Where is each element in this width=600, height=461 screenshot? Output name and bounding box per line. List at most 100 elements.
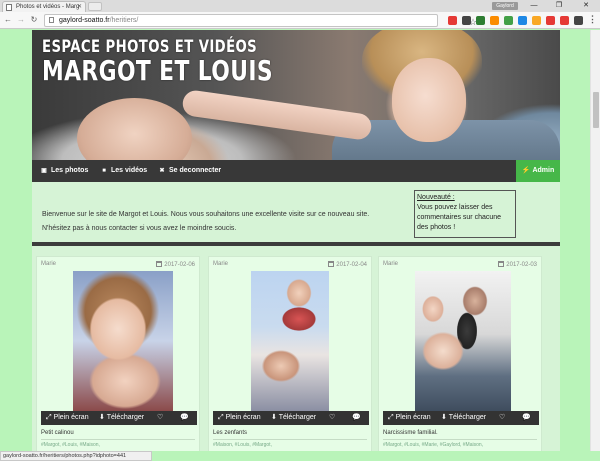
- card-date-text: 2017-02-06: [164, 262, 195, 268]
- calendar-icon: [498, 261, 505, 267]
- maximize-button[interactable]: ❐: [547, 0, 571, 12]
- card-author: Marie: [41, 261, 57, 267]
- url-path: /heritiers/: [109, 17, 139, 24]
- download-button[interactable]: ⬇ Télécharger: [441, 411, 486, 425]
- new-tab-button[interactable]: [88, 2, 102, 11]
- calendar-icon: [156, 261, 163, 267]
- extension-icon[interactable]: [574, 16, 583, 25]
- expand-icon: ⤢: [218, 414, 224, 421]
- welcome-line2: N'hésitez pas à nous contacter si vous a…: [42, 225, 237, 232]
- nav-logout-label: Se deconnecter: [169, 167, 222, 174]
- notice-title: Nouveauté :: [417, 194, 455, 201]
- url-host: gaylord-soatto.fr: [59, 17, 110, 24]
- comment-button[interactable]: 💬: [352, 411, 361, 425]
- fullscreen-button[interactable]: ⤢ Plein écran: [388, 411, 431, 425]
- comment-button[interactable]: 💬: [522, 411, 531, 425]
- card-author: Marie: [213, 261, 229, 267]
- card-date-text: 2017-02-04: [336, 262, 367, 268]
- scrollbar-thumb[interactable]: [593, 92, 599, 128]
- nav-videos[interactable]: ■ Les vidéos: [100, 160, 147, 182]
- fullscreen-label: Plein écran: [53, 414, 89, 421]
- bolt-icon: ⚡: [521, 167, 531, 174]
- card-tags: #Margot, #Louis, #Maison,: [41, 442, 100, 448]
- browser-menu-icon[interactable]: ⋮: [588, 14, 597, 25]
- expand-icon: ⤢: [46, 414, 52, 421]
- forward-button[interactable]: →: [16, 15, 26, 25]
- extension-icon[interactable]: [518, 16, 527, 25]
- card-date: 2017-02-04: [328, 261, 367, 268]
- welcome-line1: Bienvenue sur le site de Margot et Louis…: [42, 211, 370, 218]
- download-icon: ⬇: [99, 414, 105, 421]
- card-actions: ⤢ Plein écran ⬇ Télécharger ♡ 💬: [41, 411, 197, 425]
- page-scrollbar[interactable]: [590, 30, 600, 451]
- nav-photos[interactable]: ▣ Les photos: [40, 160, 88, 182]
- card-tags: #Margot, #Louis, #Marie, #Gaylord, #Mais…: [383, 442, 484, 448]
- back-button[interactable]: ←: [3, 15, 13, 25]
- news-notice: Nouveauté : Vous pouvez laisser des comm…: [414, 190, 516, 238]
- like-button[interactable]: ♡: [157, 411, 163, 425]
- address-bar[interactable]: gaylord-soatto.fr/heritiers/ ☆: [44, 14, 477, 27]
- card-header: Marie 2017-02-06: [41, 261, 195, 271]
- download-label: Télécharger: [278, 414, 317, 421]
- status-bar: gaylord-soatto.fr/heritiers/photos.php?i…: [0, 451, 152, 461]
- nav-admin[interactable]: ⚡ Admin: [516, 160, 560, 182]
- info-icon: [49, 17, 54, 23]
- nav-logout[interactable]: ✖ Se deconnecter: [158, 160, 221, 182]
- profile-button[interactable]: Gaylord: [492, 2, 518, 10]
- like-button[interactable]: ♡: [499, 411, 505, 425]
- comment-button[interactable]: 💬: [180, 411, 189, 425]
- card-divider: [41, 439, 195, 440]
- close-tab-icon[interactable]: ✕: [77, 2, 82, 12]
- photo-card: Marie 2017-02-03 ⤢ Plein écran ⬇ Télécha…: [378, 256, 542, 451]
- nav-photos-label: Les photos: [51, 167, 89, 174]
- card-divider: [383, 439, 537, 440]
- card-divider: [213, 439, 367, 440]
- nav-videos-label: Les vidéos: [111, 167, 148, 174]
- heart-icon: ♡: [157, 414, 164, 421]
- extension-icon[interactable]: [476, 16, 485, 25]
- photo-thumbnail[interactable]: [251, 271, 329, 411]
- video-icon: ■: [102, 168, 106, 174]
- site-container: Espace photos et vidéos Margot et Louis …: [32, 30, 560, 451]
- card-header: Marie 2017-02-03: [383, 261, 537, 271]
- photo-thumbnail[interactable]: [73, 271, 173, 411]
- notice-text: Vous pouvez laisser des commentaires sur…: [417, 204, 502, 231]
- card-actions: ⤢ Plein écran ⬇ Télécharger ♡ 💬: [213, 411, 369, 425]
- card-caption: Narcissisme familial.: [383, 430, 438, 436]
- extension-icon[interactable]: [448, 16, 457, 25]
- browser-tab[interactable]: Photos et vidéos - Marg ✕: [2, 1, 86, 12]
- page-viewport: Espace photos et vidéos Margot et Louis …: [0, 30, 600, 451]
- card-tags: #Maison, #Louis, #Margot,: [213, 442, 272, 448]
- download-button[interactable]: ⬇ Télécharger: [99, 411, 144, 425]
- fullscreen-button[interactable]: ⤢ Plein écran: [218, 411, 261, 425]
- download-icon: ⬇: [271, 414, 277, 421]
- logout-icon: ✖: [159, 168, 165, 174]
- comment-icon: 💬: [522, 414, 531, 421]
- card-header: Marie 2017-02-04: [213, 261, 367, 271]
- extension-icon[interactable]: [546, 16, 555, 25]
- comment-icon: 💬: [180, 414, 189, 421]
- extension-icon[interactable]: [532, 16, 541, 25]
- download-label: Télécharger: [106, 414, 145, 421]
- browser-tab-strip: Photos et vidéos - Marg ✕ Gaylord — ❐ ✕: [0, 0, 600, 12]
- fullscreen-button[interactable]: ⤢ Plein écran: [46, 411, 89, 425]
- download-icon: ⬇: [441, 414, 447, 421]
- page-icon: [6, 4, 12, 11]
- reload-button[interactable]: ↻: [29, 15, 39, 25]
- extension-icon[interactable]: [504, 16, 513, 25]
- photo-card: Marie 2017-02-04 ⤢ Plein écran ⬇ Télécha…: [208, 256, 372, 451]
- extension-icon[interactable]: [560, 16, 569, 25]
- banner-photo-detail: [392, 58, 466, 142]
- banner-photo-detail: [181, 88, 373, 142]
- main-navbar: ▣ Les photos ■ Les vidéos ✖ Se deconnecter …: [32, 160, 560, 182]
- download-label: Télécharger: [448, 414, 487, 421]
- close-window-button[interactable]: ✕: [574, 0, 598, 12]
- fullscreen-label: Plein écran: [395, 414, 431, 421]
- download-button[interactable]: ⬇ Télécharger: [271, 411, 316, 425]
- like-button[interactable]: ♡: [329, 411, 335, 425]
- comment-icon: 💬: [352, 414, 361, 421]
- extension-icon[interactable]: [462, 16, 471, 25]
- minimize-button[interactable]: —: [522, 0, 546, 12]
- extension-icon[interactable]: [490, 16, 499, 25]
- photo-thumbnail[interactable]: [415, 271, 511, 411]
